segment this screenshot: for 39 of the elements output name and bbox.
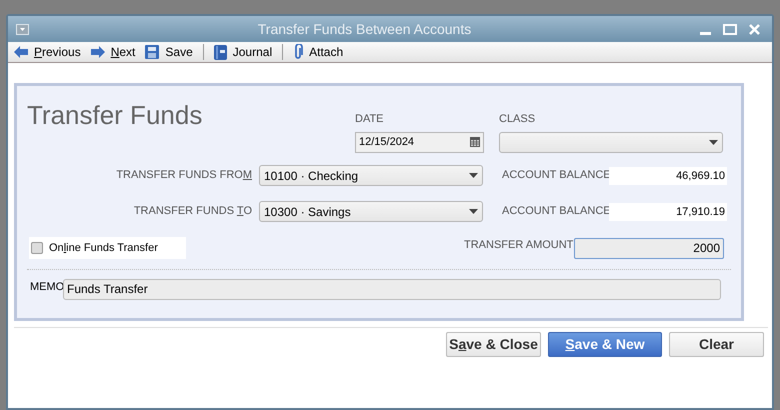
field-label: ACCOUNT BALANCE: [502, 204, 609, 220]
toolbar-button[interactable]: Attach: [293, 43, 344, 61]
field-label: TRANSFER FUNDS TO: [132, 204, 252, 220]
class-dropdown[interactable]: [499, 132, 723, 152]
maximize-icon[interactable]: [723, 24, 737, 34]
toolbar-button[interactable]: Previous: [14, 43, 81, 61]
caret-icon: [469, 173, 478, 178]
balance-value: 17,910.19: [609, 202, 727, 220]
calendar-icon[interactable]: [470, 137, 480, 147]
paperclip-icon: [293, 44, 304, 60]
online-transfer-checkbox[interactable]: Online Funds Transfer: [29, 237, 186, 259]
checkbox[interactable]: [31, 242, 43, 254]
left-arrow-icon: [14, 46, 28, 58]
balance-value: 46,969.10: [609, 166, 727, 184]
account-dropdown[interactable]: 10300 · Savings: [259, 201, 483, 222]
book-icon: [214, 44, 227, 60]
date-field[interactable]: 12/15/2024: [355, 132, 484, 152]
window-menu-icon[interactable]: [16, 24, 29, 34]
caret-icon: [469, 209, 478, 214]
memo-field[interactable]: Funds Transfer: [63, 279, 721, 300]
field-label: DATE: [355, 112, 385, 127]
right-arrow-icon: [90, 46, 105, 58]
field-label: TRANSFER AMOUNT: [464, 238, 574, 253]
field-label: MEMO: [29, 280, 63, 295]
account-dropdown[interactable]: 10100 · Checking: [259, 165, 483, 186]
dialog-button[interactable]: Clear: [669, 332, 764, 357]
toolbar-button[interactable]: Next: [90, 43, 136, 61]
close-icon[interactable]: [749, 24, 760, 34]
caret-icon: [709, 140, 718, 144]
field-label: ACCOUNT BALANCE: [502, 168, 609, 184]
toolbar-button[interactable]: Save: [145, 43, 193, 61]
toolbar-button[interactable]: Journal: [214, 43, 272, 61]
dialog-button[interactable]: Save & Close: [446, 332, 541, 357]
field-label: TRANSFER FUNDS FROM: [115, 168, 252, 184]
window-title: Transfer Funds Between Accounts: [256, 20, 472, 38]
form-heading: Transfer Funds: [27, 99, 204, 132]
amount-field[interactable]: 2000: [574, 238, 724, 258]
dialog-button[interactable]: Save & New: [548, 332, 662, 357]
field-label: CLASS: [499, 112, 536, 127]
